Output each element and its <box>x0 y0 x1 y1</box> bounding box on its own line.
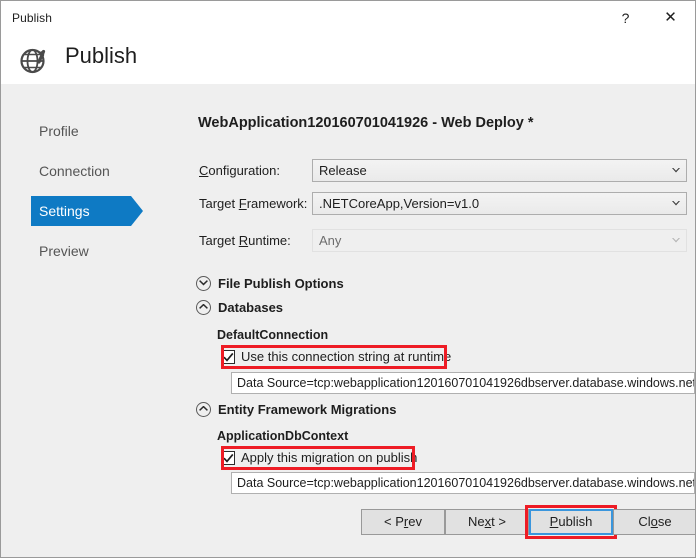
chevron-down-icon <box>196 276 211 291</box>
sidebar-item-label: Preview <box>39 243 89 259</box>
sidebar: Profile Connection Settings Preview <box>1 84 176 557</box>
publish-button[interactable]: Publish <box>529 509 613 535</box>
sidebar-item-connection[interactable]: Connection <box>31 156 161 186</box>
globe-publish-icon <box>17 42 53 78</box>
dialog-footer: < Prev Next > Publish Close <box>1 498 695 557</box>
chevron-up-icon <box>196 300 211 315</box>
configuration-value: Release <box>319 163 367 178</box>
use-connection-string-label: Use this connection string at runtime <box>241 349 452 364</box>
target-runtime-dropdown[interactable]: Any <box>312 229 687 252</box>
sidebar-item-label: Connection <box>39 163 110 179</box>
configuration-dropdown[interactable]: Release <box>312 159 687 182</box>
sidebar-selection-arrow-icon <box>131 196 143 226</box>
page-heading: Publish <box>65 43 138 68</box>
use-connection-string-checkbox[interactable] <box>221 350 235 364</box>
sidebar-item-settings[interactable]: Settings <box>31 196 131 226</box>
close-icon[interactable]: ✕ <box>648 1 693 35</box>
expander-label: Entity Framework Migrations <box>218 402 397 417</box>
window-title: Publish <box>12 11 53 25</box>
dialog-header: Publish <box>1 36 695 84</box>
sidebar-item-label: Profile <box>39 123 79 139</box>
target-framework-value: .NETCoreApp,Version=v1.0 <box>319 196 480 211</box>
default-connection-string-input[interactable]: Data Source=tcp:webapplication1201607010… <box>231 372 695 394</box>
close-button[interactable]: Close <box>613 509 695 535</box>
settings-panel: WebApplication120160701041926 - Web Depl… <box>176 84 695 557</box>
sidebar-item-label: Settings <box>39 203 90 219</box>
profile-title: WebApplication120160701041926 - Web Depl… <box>198 115 534 131</box>
target-runtime-value: Any <box>319 233 342 248</box>
apply-migration-label: Apply this migration on publish <box>241 450 418 465</box>
sidebar-item-preview[interactable]: Preview <box>31 236 161 266</box>
expander-label: Databases <box>218 300 284 315</box>
target-framework-label: Target Framework: <box>199 196 308 211</box>
target-runtime-accesskey: R <box>238 233 249 248</box>
expander-label: File Publish Options <box>218 276 344 291</box>
application-db-context-group-label: ApplicationDbContext <box>217 429 349 443</box>
default-connection-group-label: DefaultConnection <box>217 328 329 342</box>
help-icon[interactable]: ? <box>603 1 648 35</box>
chevron-down-icon <box>672 201 680 206</box>
dialog-body: Profile Connection Settings Preview WebA… <box>1 84 695 557</box>
configuration-accesskey: C <box>199 163 209 178</box>
next-button[interactable]: Next > <box>445 509 529 535</box>
target-framework-accesskey: F <box>238 196 247 211</box>
publish-dialog: Publish ? ✕ Publish Profile Connection S… <box>0 0 696 558</box>
chevron-down-icon <box>672 238 680 243</box>
migration-connection-string-input[interactable]: Data Source=tcp:webapplication1201607010… <box>231 472 695 494</box>
configuration-label: Configuration: <box>199 163 280 178</box>
prev-button[interactable]: < Prev <box>361 509 445 535</box>
sidebar-item-profile[interactable]: Profile <box>31 116 161 146</box>
chevron-up-icon <box>196 402 211 417</box>
target-runtime-label: Target Runtime: <box>199 233 291 248</box>
chevron-down-icon <box>672 168 680 173</box>
apply-migration-checkbox[interactable] <box>221 451 235 465</box>
title-bar: Publish ? ✕ <box>1 1 695 37</box>
target-framework-dropdown[interactable]: .NETCoreApp,Version=v1.0 <box>312 192 687 215</box>
